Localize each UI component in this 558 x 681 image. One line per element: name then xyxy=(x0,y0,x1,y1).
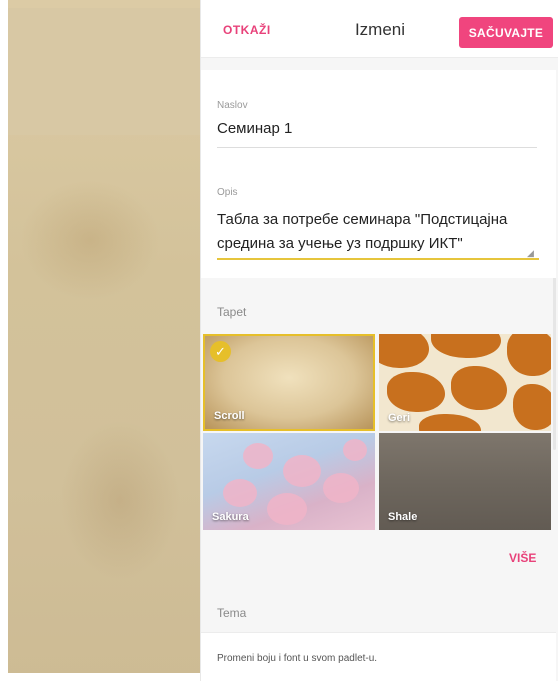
wallpaper-tile-label: Geri xyxy=(388,412,411,424)
wallpaper-tile-label: Scroll xyxy=(214,410,245,422)
background-header-area xyxy=(8,8,200,135)
title-field-underline xyxy=(217,147,537,148)
panel-header: OTKAŽI Izmeni SAČUVAJTE xyxy=(201,0,558,58)
theme-option[interactable]: Promeni boju i font u svom padlet-u. xyxy=(201,633,556,681)
description-field-underline xyxy=(217,258,539,260)
title-field[interactable]: Семинар 1 xyxy=(217,120,292,137)
wallpaper-tile-shale[interactable]: Shale xyxy=(379,433,551,530)
wallpaper-tile-label: Shale xyxy=(388,511,418,523)
wallpaper-tile-label: Sakura xyxy=(212,511,249,523)
background-edge xyxy=(0,673,200,681)
background-texture xyxy=(20,180,160,300)
more-wallpapers-button[interactable]: VIŠE xyxy=(509,551,536,565)
description-field[interactable]: Табла за потребе семинара "Подстицајна с… xyxy=(217,208,539,256)
theme-section-label: Tema xyxy=(217,606,247,620)
title-field-label: Naslov xyxy=(217,100,248,111)
edit-panel: OTKAŽI Izmeni SAČUVAJTE Naslov Семинар 1… xyxy=(200,0,558,681)
background-texture xyxy=(60,420,180,580)
checkmark-icon: ✓ xyxy=(210,341,231,362)
theme-description: Promeni boju i font u svom padlet-u. xyxy=(217,653,378,664)
wallpaper-tile-sakura[interactable]: Sakura xyxy=(203,433,375,530)
save-button[interactable]: SAČUVAJTE xyxy=(459,17,553,48)
wallpaper-section-label: Tapet xyxy=(217,305,247,319)
theme-section: Tema Promeni boju i font u svom padlet-u… xyxy=(201,582,556,681)
description-field-label: Opis xyxy=(217,187,238,198)
details-card: Naslov Семинар 1 Opis Табла за потребе с… xyxy=(201,70,556,278)
resize-handle-icon[interactable]: ◢ xyxy=(527,248,534,259)
wallpaper-tile-geri[interactable]: Geri xyxy=(379,334,551,431)
background-preview xyxy=(0,0,200,681)
wallpaper-tile-scroll[interactable]: ✓ Scroll xyxy=(203,334,375,431)
background-edge xyxy=(0,0,8,681)
